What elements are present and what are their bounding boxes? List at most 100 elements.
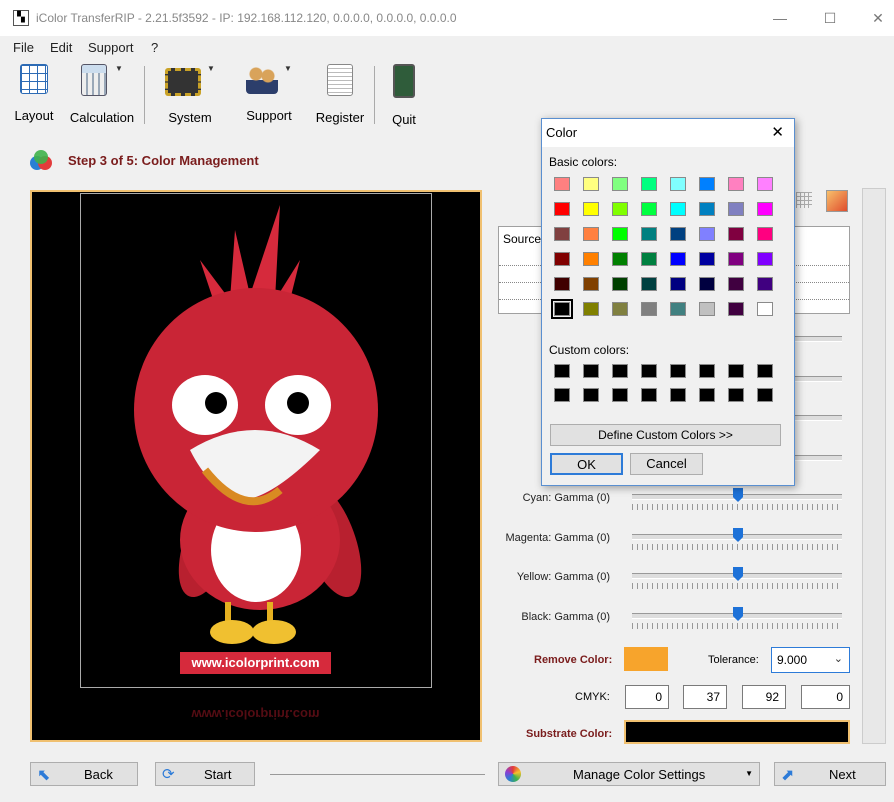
basic-color-swatch[interactable]: [554, 227, 570, 241]
remove-color-swatch[interactable]: [624, 647, 668, 671]
custom-color-swatch[interactable]: [554, 388, 570, 402]
basic-color-swatch[interactable]: [728, 177, 744, 191]
custom-color-swatch[interactable]: [554, 364, 570, 378]
basic-color-swatch[interactable]: [554, 252, 570, 266]
basic-color-swatch[interactable]: [699, 302, 715, 316]
basic-color-swatch[interactable]: [554, 202, 570, 216]
support-button[interactable]: ▼ Support: [238, 64, 300, 126]
custom-color-swatch[interactable]: [757, 388, 773, 402]
custom-color-swatch[interactable]: [670, 388, 686, 402]
remove-color-label: Remove Color:: [534, 654, 613, 666]
basic-color-swatch[interactable]: [641, 227, 657, 241]
basic-color-swatch[interactable]: [670, 302, 686, 316]
next-button[interactable]: ⬈ Next: [774, 762, 886, 786]
manage-color-settings-button[interactable]: Manage Color Settings ▼: [498, 762, 760, 786]
menu-support[interactable]: Support: [88, 40, 134, 55]
menu-file[interactable]: File: [13, 40, 34, 55]
grid-icon[interactable]: [796, 192, 812, 208]
preview-reflection-text: www.icolorprint.com: [191, 707, 320, 722]
basic-color-swatch[interactable]: [699, 227, 715, 241]
basic-color-swatch[interactable]: [612, 227, 628, 241]
custom-color-swatch[interactable]: [728, 364, 744, 378]
vertical-scrollbar[interactable]: [862, 188, 886, 744]
cmyk-m-field[interactable]: 37: [683, 685, 727, 709]
basic-color-swatch[interactable]: [757, 227, 773, 241]
basic-color-swatch[interactable]: [551, 299, 573, 319]
custom-color-swatch[interactable]: [583, 364, 599, 378]
dialog-close-button[interactable]: ✕: [771, 123, 784, 141]
basic-color-swatch[interactable]: [670, 177, 686, 191]
maximize-button[interactable]: ☐: [810, 6, 850, 30]
custom-color-swatch[interactable]: [699, 364, 715, 378]
basic-color-swatch[interactable]: [641, 252, 657, 266]
basic-color-swatch[interactable]: [641, 277, 657, 291]
basic-color-swatch[interactable]: [699, 252, 715, 266]
custom-colors-grid: [554, 364, 784, 408]
custom-color-swatch[interactable]: [670, 364, 686, 378]
basic-color-swatch[interactable]: [641, 302, 657, 316]
custom-color-swatch[interactable]: [728, 388, 744, 402]
basic-color-swatch[interactable]: [699, 202, 715, 216]
basic-color-swatch[interactable]: [641, 202, 657, 216]
cancel-button[interactable]: Cancel: [630, 453, 703, 475]
basic-color-swatch[interactable]: [554, 277, 570, 291]
cmyk-c-field[interactable]: 0: [625, 685, 669, 709]
basic-color-swatch[interactable]: [554, 177, 570, 191]
basic-color-swatch[interactable]: [728, 302, 744, 316]
minimize-button[interactable]: —: [760, 6, 800, 30]
system-button[interactable]: ▼ System: [160, 64, 220, 126]
basic-color-swatch[interactable]: [612, 202, 628, 216]
calculation-button[interactable]: ▼ Calculation: [66, 64, 138, 126]
basic-color-swatch[interactable]: [583, 227, 599, 241]
custom-color-swatch[interactable]: [757, 364, 773, 378]
basic-color-swatch[interactable]: [583, 202, 599, 216]
basic-color-swatch[interactable]: [583, 177, 599, 191]
basic-color-swatch[interactable]: [670, 252, 686, 266]
basic-color-swatch[interactable]: [612, 177, 628, 191]
ok-button[interactable]: OK: [550, 453, 623, 475]
basic-color-swatch[interactable]: [670, 227, 686, 241]
basic-color-swatch[interactable]: [757, 177, 773, 191]
basic-color-swatch[interactable]: [757, 277, 773, 291]
basic-color-swatch[interactable]: [612, 277, 628, 291]
basic-color-swatch[interactable]: [757, 252, 773, 266]
start-button[interactable]: ⟳ Start: [155, 762, 255, 786]
basic-color-swatch[interactable]: [699, 277, 715, 291]
basic-color-swatch[interactable]: [728, 202, 744, 216]
basic-color-swatch[interactable]: [612, 252, 628, 266]
menu-help[interactable]: ?: [151, 40, 158, 55]
substrate-color-swatch[interactable]: [624, 720, 850, 744]
basic-color-swatch[interactable]: [728, 252, 744, 266]
basic-color-swatch[interactable]: [583, 302, 599, 316]
menu-edit[interactable]: Edit: [50, 40, 72, 55]
basic-color-swatch[interactable]: [728, 277, 744, 291]
close-button[interactable]: ✕: [858, 6, 894, 30]
basic-color-swatch[interactable]: [583, 277, 599, 291]
tolerance-select[interactable]: 9.000 ⌄: [771, 647, 850, 673]
define-custom-colors-button[interactable]: Define Custom Colors >>: [550, 424, 781, 446]
magenta-gamma-label: Magenta: Gamma (0): [505, 532, 610, 544]
basic-color-swatch[interactable]: [728, 227, 744, 241]
layout-button[interactable]: Layout: [10, 64, 58, 126]
basic-color-swatch[interactable]: [757, 302, 773, 316]
basic-color-swatch[interactable]: [757, 202, 773, 216]
cmyk-k-field[interactable]: 0: [801, 685, 850, 709]
basic-color-swatch[interactable]: [670, 202, 686, 216]
quit-button[interactable]: Quit: [384, 64, 424, 127]
basic-color-swatch[interactable]: [612, 302, 628, 316]
palette-icon[interactable]: [826, 190, 848, 212]
register-button[interactable]: Register: [314, 64, 366, 126]
basic-color-swatch[interactable]: [699, 177, 715, 191]
basic-color-swatch[interactable]: [583, 252, 599, 266]
basic-color-swatch[interactable]: [670, 277, 686, 291]
custom-color-swatch[interactable]: [612, 364, 628, 378]
custom-color-swatch[interactable]: [699, 388, 715, 402]
basic-color-swatch[interactable]: [641, 177, 657, 191]
cmyk-y-field[interactable]: 92: [742, 685, 786, 709]
people-icon: [246, 64, 279, 94]
back-button[interactable]: ⬉ Back: [30, 762, 138, 786]
custom-color-swatch[interactable]: [641, 388, 657, 402]
custom-color-swatch[interactable]: [641, 364, 657, 378]
custom-color-swatch[interactable]: [583, 388, 599, 402]
custom-color-swatch[interactable]: [612, 388, 628, 402]
